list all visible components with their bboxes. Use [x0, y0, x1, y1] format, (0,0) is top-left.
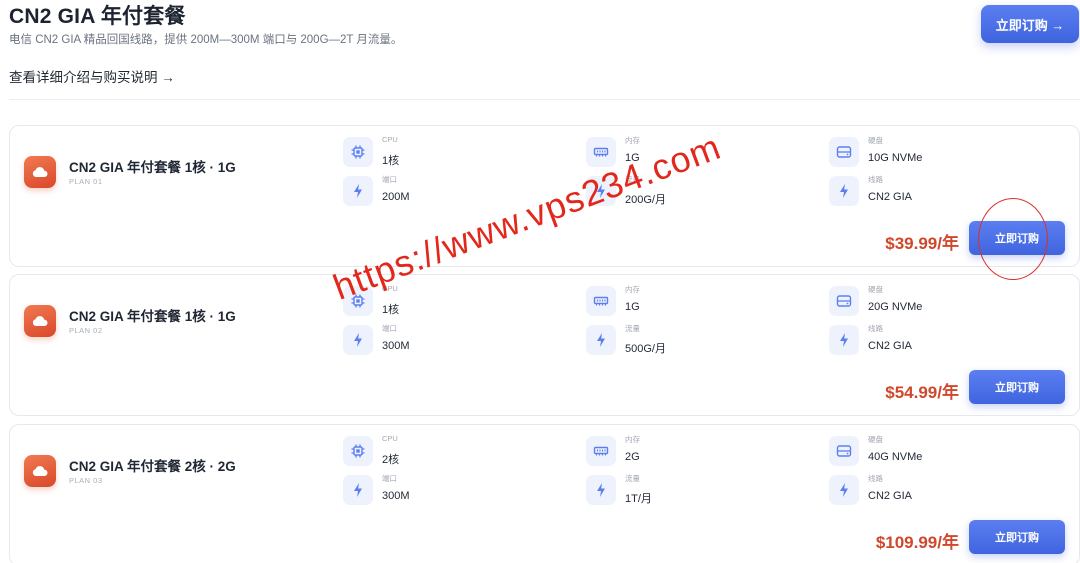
spec-label: 内存	[625, 285, 640, 294]
header-order-button[interactable]: 立即订购 →	[981, 5, 1079, 43]
cloud-icon	[24, 156, 56, 188]
plan-card-1: CN2 GIA 年付套餐 1核 · 1G PLAN 01 CPU 1核 内存 1…	[9, 125, 1080, 267]
spec-label: 端口	[382, 324, 397, 333]
order-button[interactable]: 立即订购	[969, 370, 1065, 404]
details-link[interactable]: 查看详细介绍与购买说明 →	[9, 66, 175, 86]
plan-code: PLAN 02	[69, 326, 103, 335]
spec-value: 10G NVMe	[868, 152, 923, 164]
lightning-icon	[343, 475, 373, 505]
lightning-icon	[343, 325, 373, 355]
lightning-icon	[343, 176, 373, 206]
lightning-icon	[829, 475, 859, 505]
lightning-icon	[586, 176, 616, 206]
spec-port: 端口 200M	[343, 175, 543, 210]
lightning-icon	[829, 176, 859, 206]
plan-card-2: CN2 GIA 年付套餐 1核 · 1G PLAN 02 CPU 1核 内存 1…	[9, 274, 1080, 416]
spec-ram: 内存 1G	[586, 136, 786, 171]
page-title: CN2 GIA 年付套餐	[9, 5, 186, 28]
cpu-chip-icon	[343, 137, 373, 167]
spec-cpu: CPU 2核	[343, 434, 543, 470]
spec-traffic: 流量 500G/月	[586, 324, 786, 359]
spec-disk: 硬盘 40G NVMe	[829, 435, 1029, 470]
plan-code: PLAN 01	[69, 177, 103, 186]
plan-price: $109.99/年	[875, 533, 959, 552]
cpu-chip-icon	[343, 436, 373, 466]
page-subtitle: 电信 CN2 GIA 精品回国线路，提供 200M—300M 端口与 200G—…	[9, 34, 403, 46]
spec-value: CN2 GIA	[868, 191, 913, 203]
spec-cpu: CPU 1核	[343, 135, 543, 171]
spec-ram: 内存 1G	[586, 285, 786, 320]
spec-label: CPU	[382, 434, 398, 443]
spec-value: 500G/月	[625, 343, 666, 355]
spec-port: 端口 300M	[343, 474, 543, 509]
lightning-icon	[829, 325, 859, 355]
spec-value: 1核	[382, 304, 400, 316]
spec-value: 1核	[382, 155, 400, 167]
spec-label: CPU	[382, 284, 398, 293]
spec-line: 线路 CN2 GIA	[829, 324, 1029, 359]
spec-value: 20G NVMe	[868, 301, 923, 313]
plan-code: PLAN 03	[69, 476, 103, 485]
lightning-icon	[586, 325, 616, 355]
spec-label: 流量	[625, 175, 640, 184]
spec-traffic: 流量 200G/月	[586, 175, 786, 210]
memory-icon	[586, 286, 616, 316]
spec-label: 流量	[625, 324, 640, 333]
spec-label: CPU	[382, 135, 398, 144]
disk-icon	[829, 286, 859, 316]
memory-icon	[586, 436, 616, 466]
spec-cpu: CPU 1核	[343, 284, 543, 320]
spec-value: 1G	[625, 152, 640, 164]
spec-label: 端口	[382, 175, 397, 184]
spec-value: 2G	[625, 451, 640, 463]
plan-price: $54.99/年	[885, 383, 959, 402]
cloud-icon	[24, 455, 56, 487]
spec-value: 200M	[382, 191, 410, 203]
disk-icon	[829, 436, 859, 466]
spec-value: 40G NVMe	[868, 451, 923, 463]
spec-label: 端口	[382, 474, 397, 483]
spec-port: 端口 300M	[343, 324, 543, 359]
spec-traffic: 流量 1T/月	[586, 474, 786, 509]
spec-label: 内存	[625, 435, 640, 444]
spec-value: 200G/月	[625, 194, 666, 206]
spec-label: 硬盘	[868, 435, 883, 444]
annotation-circle	[978, 198, 1048, 280]
spec-disk: 硬盘 20G NVMe	[829, 285, 1029, 320]
spec-disk: 硬盘 10G NVMe	[829, 136, 1029, 171]
spec-value: 1T/月	[625, 493, 652, 505]
spec-ram: 内存 2G	[586, 435, 786, 470]
order-button[interactable]: 立即订购	[969, 520, 1065, 554]
header-divider	[9, 99, 1080, 100]
spec-line: 线路 CN2 GIA	[829, 474, 1029, 509]
page-header: CN2 GIA 年付套餐 电信 CN2 GIA 精品回国线路，提供 200M—3…	[0, 0, 1080, 100]
plan-price: $39.99/年	[885, 234, 959, 253]
spec-value: 300M	[382, 340, 410, 352]
spec-value: 1G	[625, 301, 640, 313]
cpu-chip-icon	[343, 286, 373, 316]
spec-label: 流量	[625, 474, 640, 483]
spec-label: 硬盘	[868, 285, 883, 294]
spec-value: 2核	[382, 454, 400, 466]
plan-name: CN2 GIA 年付套餐 2核 · 2G	[69, 459, 236, 474]
cloud-icon	[24, 305, 56, 337]
lightning-icon	[586, 475, 616, 505]
spec-label: 硬盘	[868, 136, 883, 145]
memory-icon	[586, 137, 616, 167]
spec-label: 线路	[868, 474, 883, 483]
plan-name: CN2 GIA 年付套餐 1核 · 1G	[69, 309, 236, 324]
spec-label: 线路	[868, 175, 883, 184]
disk-icon	[829, 137, 859, 167]
spec-label: 内存	[625, 136, 640, 145]
spec-value: CN2 GIA	[868, 340, 913, 352]
spec-value: 300M	[382, 490, 410, 502]
spec-label: 线路	[868, 324, 883, 333]
plan-card-3: CN2 GIA 年付套餐 2核 · 2G PLAN 03 CPU 2核 内存 2…	[9, 424, 1080, 563]
plan-name: CN2 GIA 年付套餐 1核 · 1G	[69, 160, 236, 175]
spec-value: CN2 GIA	[868, 490, 913, 502]
